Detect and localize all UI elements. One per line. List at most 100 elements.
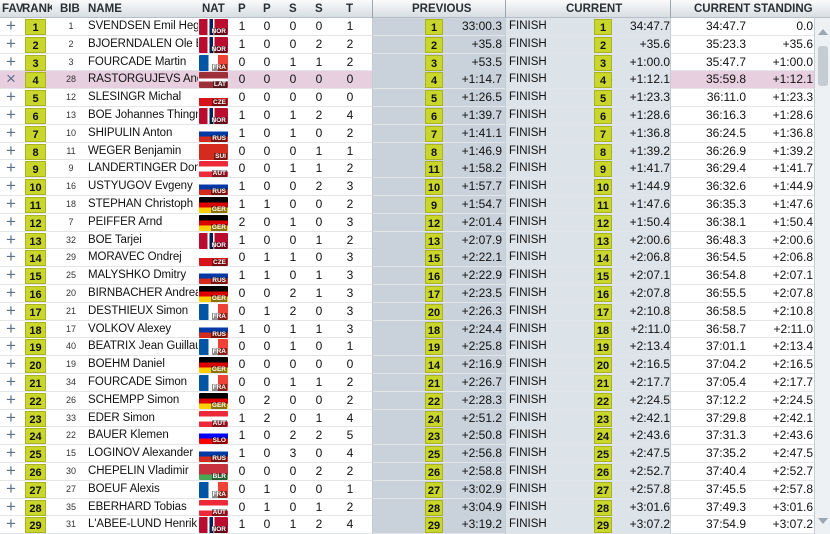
add-favorite-icon[interactable]: +	[2, 481, 20, 498]
table-row[interactable]: +10 16 USTYUGOV Evgeny RUS 1 0 0 2 3 10 +1:57.7 FIN…	[0, 178, 814, 196]
prone-1-misses: 0	[238, 464, 246, 478]
table-row[interactable]: +28 35 EBERHARD Tobias AUT 0 1 0 1 2 28 +3:04.9 FIN…	[0, 498, 814, 517]
rank-badge: 2	[25, 36, 46, 53]
table-row[interactable]: +22 26 SCHEMPP Simon GER 0 2 0 0 2 22 +2:28.3 FINIS…	[0, 391, 814, 410]
add-favorite-icon[interactable]: +	[2, 392, 20, 409]
add-favorite-icon[interactable]: +	[2, 89, 20, 106]
add-favorite-icon[interactable]: +	[2, 445, 20, 462]
table-row[interactable]: +15 25 MALYSHKO Dmitry RUS 1 1 0 1 3 16 +2:22.9 FIN…	[0, 267, 814, 285]
scroll-down-icon[interactable]	[817, 515, 829, 527]
scroll-up-icon[interactable]	[817, 26, 829, 38]
add-favorite-icon[interactable]: +	[2, 463, 20, 480]
add-favorite-icon[interactable]: +	[2, 178, 20, 195]
add-favorite-icon[interactable]: +	[2, 338, 20, 355]
add-favorite-icon[interactable]: +	[2, 18, 20, 35]
header-bib[interactable]: BIB	[60, 0, 84, 18]
previous-time: +2:22.9	[461, 268, 502, 283]
table-row[interactable]: +27 27 BOEUF Alexis FRA 0 1 0 0 1 27 +3:02.9 FINISH…	[0, 480, 814, 499]
add-favorite-icon[interactable]: +	[2, 143, 20, 160]
remove-favorite-icon[interactable]: ×	[2, 71, 20, 88]
add-favorite-icon[interactable]: +	[2, 249, 20, 266]
prone-1-misses: 1	[238, 268, 246, 283]
add-favorite-icon[interactable]: +	[2, 54, 20, 71]
header-previous[interactable]: PREVIOUS	[412, 0, 482, 18]
header-fav[interactable]: FAV	[2, 0, 24, 18]
add-favorite-icon[interactable]: +	[2, 160, 20, 177]
add-favorite-icon[interactable]: +	[2, 374, 20, 391]
header-current-standing[interactable]: CURRENT STANDING	[694, 0, 814, 18]
athlete-name: STEPHAN Christoph	[88, 198, 194, 210]
total-misses: 2	[346, 36, 354, 51]
rank-badge: 16	[25, 286, 46, 302]
standing-difference: +2:17.7	[772, 375, 813, 389]
table-row[interactable]: +13 32 BOE Tarjei NOR 1 0 0 1 2 13 +2:07.9 FINISH 13…	[0, 231, 814, 250]
add-favorite-icon[interactable]: +	[2, 516, 20, 533]
total-misses: 2	[346, 54, 354, 69]
scroll-thumb[interactable]	[818, 46, 828, 86]
rank-badge: 10	[25, 179, 46, 196]
header-prone-1[interactable]: P	[238, 0, 248, 18]
table-row[interactable]: +6 13 BOE Johannes Thingn NOR 1 0 1 2 4 6 +1:39.7 F…	[0, 107, 814, 125]
add-favorite-icon[interactable]: +	[2, 499, 20, 516]
table-row[interactable]: +16 20 BIRNBACHER Andreas GER 0 0 2 1 3 17 +2:23.5…	[0, 285, 814, 303]
header-nat[interactable]: NAT	[202, 0, 228, 18]
standing-difference: +2:10.8	[772, 303, 813, 318]
add-favorite-icon[interactable]: +	[2, 196, 20, 213]
table-row[interactable]: +12 7 PEIFFER Arnd GER 2 0 1 0 3 12 +2:01.4 FINISH 1…	[0, 213, 814, 232]
total-misses: 1	[346, 339, 354, 354]
add-favorite-icon[interactable]: +	[2, 36, 20, 53]
table-row[interactable]: +20 19 BOEHM Daniel GER 0 0 0 0 0 14 +2:16.9 FINISH…	[0, 356, 814, 374]
table-row[interactable]: +21 34 FOURCADE Simon FRA 0 0 1 1 2 21 +2:26.7 FINI…	[0, 374, 814, 392]
standing-2-misses: 0	[315, 214, 323, 229]
add-favorite-icon[interactable]: +	[2, 356, 20, 373]
table-row[interactable]: +19 40 BEATRIX Jean Guillau FRA 0 0 1 0 1 19 +2:25…	[0, 338, 814, 357]
rank-badge: 28	[25, 499, 46, 516]
add-favorite-icon[interactable]: +	[2, 427, 20, 444]
previous-time: +2:51.2	[461, 410, 502, 425]
table-row[interactable]: +9 9 LANDERTINGER Domir AUT 0 0 1 1 2 11 +1:58.2 FI…	[0, 160, 814, 179]
add-favorite-icon[interactable]: +	[2, 410, 20, 427]
add-favorite-icon[interactable]: +	[2, 303, 20, 320]
header-prone-2[interactable]: P	[263, 0, 273, 18]
previous-time: +2:58.8	[461, 464, 502, 478]
table-row[interactable]: +29 31 L'ABEE-LUND Henrik NOR 1 0 1 2 4 29 +3:19.2…	[0, 516, 814, 534]
table-row[interactable]: +7 10 SHIPULIN Anton RUS 1 0 1 0 2 7 +1:41.1 FINISH…	[0, 124, 814, 143]
add-favorite-icon[interactable]: +	[2, 214, 20, 231]
table-row[interactable]: +24 22 BAUER Klemen SLO 1 0 2 2 5 23 +2:50.8 FINISH…	[0, 427, 814, 446]
add-favorite-icon[interactable]: +	[2, 321, 20, 338]
table-row[interactable]: +8 11 WEGER Benjamin SUI 0 0 0 1 1 8 +1:46.9 FINISH…	[0, 142, 814, 161]
add-favorite-icon[interactable]: +	[2, 267, 20, 284]
status-text: FINISH	[509, 20, 547, 32]
table-row[interactable]: +17 21 DESTHIEUX Simon FRA 0 1 2 0 3 20 +2:26.3 FIN…	[0, 302, 814, 321]
current-rank-badge: 16	[594, 286, 612, 302]
table-row[interactable]: +11 18 STEPHAN Christoph GER 1 1 0 0 2 9 +1:54.7 FI…	[0, 196, 814, 214]
add-favorite-icon[interactable]: +	[2, 232, 20, 249]
prone-2-misses: 0	[263, 36, 271, 51]
header-total[interactable]: T	[346, 0, 356, 18]
table-row[interactable]: +25 15 LOGINOV Alexander RUS 1 0 3 0 4 25 +2:56.8 F…	[0, 445, 814, 463]
add-favorite-icon[interactable]: +	[2, 125, 20, 142]
current-rank-badge: 11	[594, 197, 612, 213]
current-rank-badge: 25	[594, 446, 612, 463]
header-name[interactable]: NAME	[88, 0, 148, 18]
previous-time: +2:56.8	[461, 446, 502, 461]
header-standing-1[interactable]: S	[289, 0, 299, 18]
table-row[interactable]: +18 17 VOLKOV Alexey RUS 1 0 1 1 3 18 +2:24.4 FINIS…	[0, 320, 814, 339]
status-text: FINISH	[509, 287, 547, 299]
table-row[interactable]: × 4 28 RASTORGUJEVS Andre LAT 0 0 0 0 0 4 +1:14.7 FI…	[0, 71, 814, 90]
header-current[interactable]: CURRENT	[566, 0, 636, 18]
vertical-scrollbar[interactable]	[814, 18, 830, 534]
header-rank[interactable]: RANK	[22, 0, 52, 18]
table-row[interactable]: +5 12 SLESINGR Michal CZE 0 0 0 0 0 5 +1:26.5 FINIS…	[0, 89, 814, 107]
table-row[interactable]: +1 1 SVENDSEN Emil Hegle NOR 1 0 0 0 1 1 33:00.3 FI…	[0, 18, 814, 36]
add-favorite-icon[interactable]: +	[2, 285, 20, 302]
table-row[interactable]: +14 29 MORAVEC Ondrej CZE 0 1 1 0 3 15 +2:22.1 FINI…	[0, 249, 814, 268]
table-row[interactable]: +2 2 BJOERNDALEN Ole Ein NOR 1 0 0 2 2 2 +35.8 FINI…	[0, 35, 814, 54]
rank-badge: 25	[25, 446, 46, 463]
table-row[interactable]: +23 33 EDER Simon AUT 1 2 0 1 4 24 +2:51.2 FINISH 23…	[0, 409, 814, 428]
add-favorite-icon[interactable]: +	[2, 107, 20, 124]
header-standing-2[interactable]: S	[315, 0, 325, 18]
table-row[interactable]: +3 3 FOURCADE Martin FRA 0 0 1 1 2 3 +53.5 FINISH 3 +…	[0, 53, 814, 72]
table-row[interactable]: +26 30 CHEPELIN Vladimir BLR 0 0 0 2 2 26 +2:58.8 F…	[0, 463, 814, 481]
standing-difference: +2:42.1	[772, 410, 813, 425]
